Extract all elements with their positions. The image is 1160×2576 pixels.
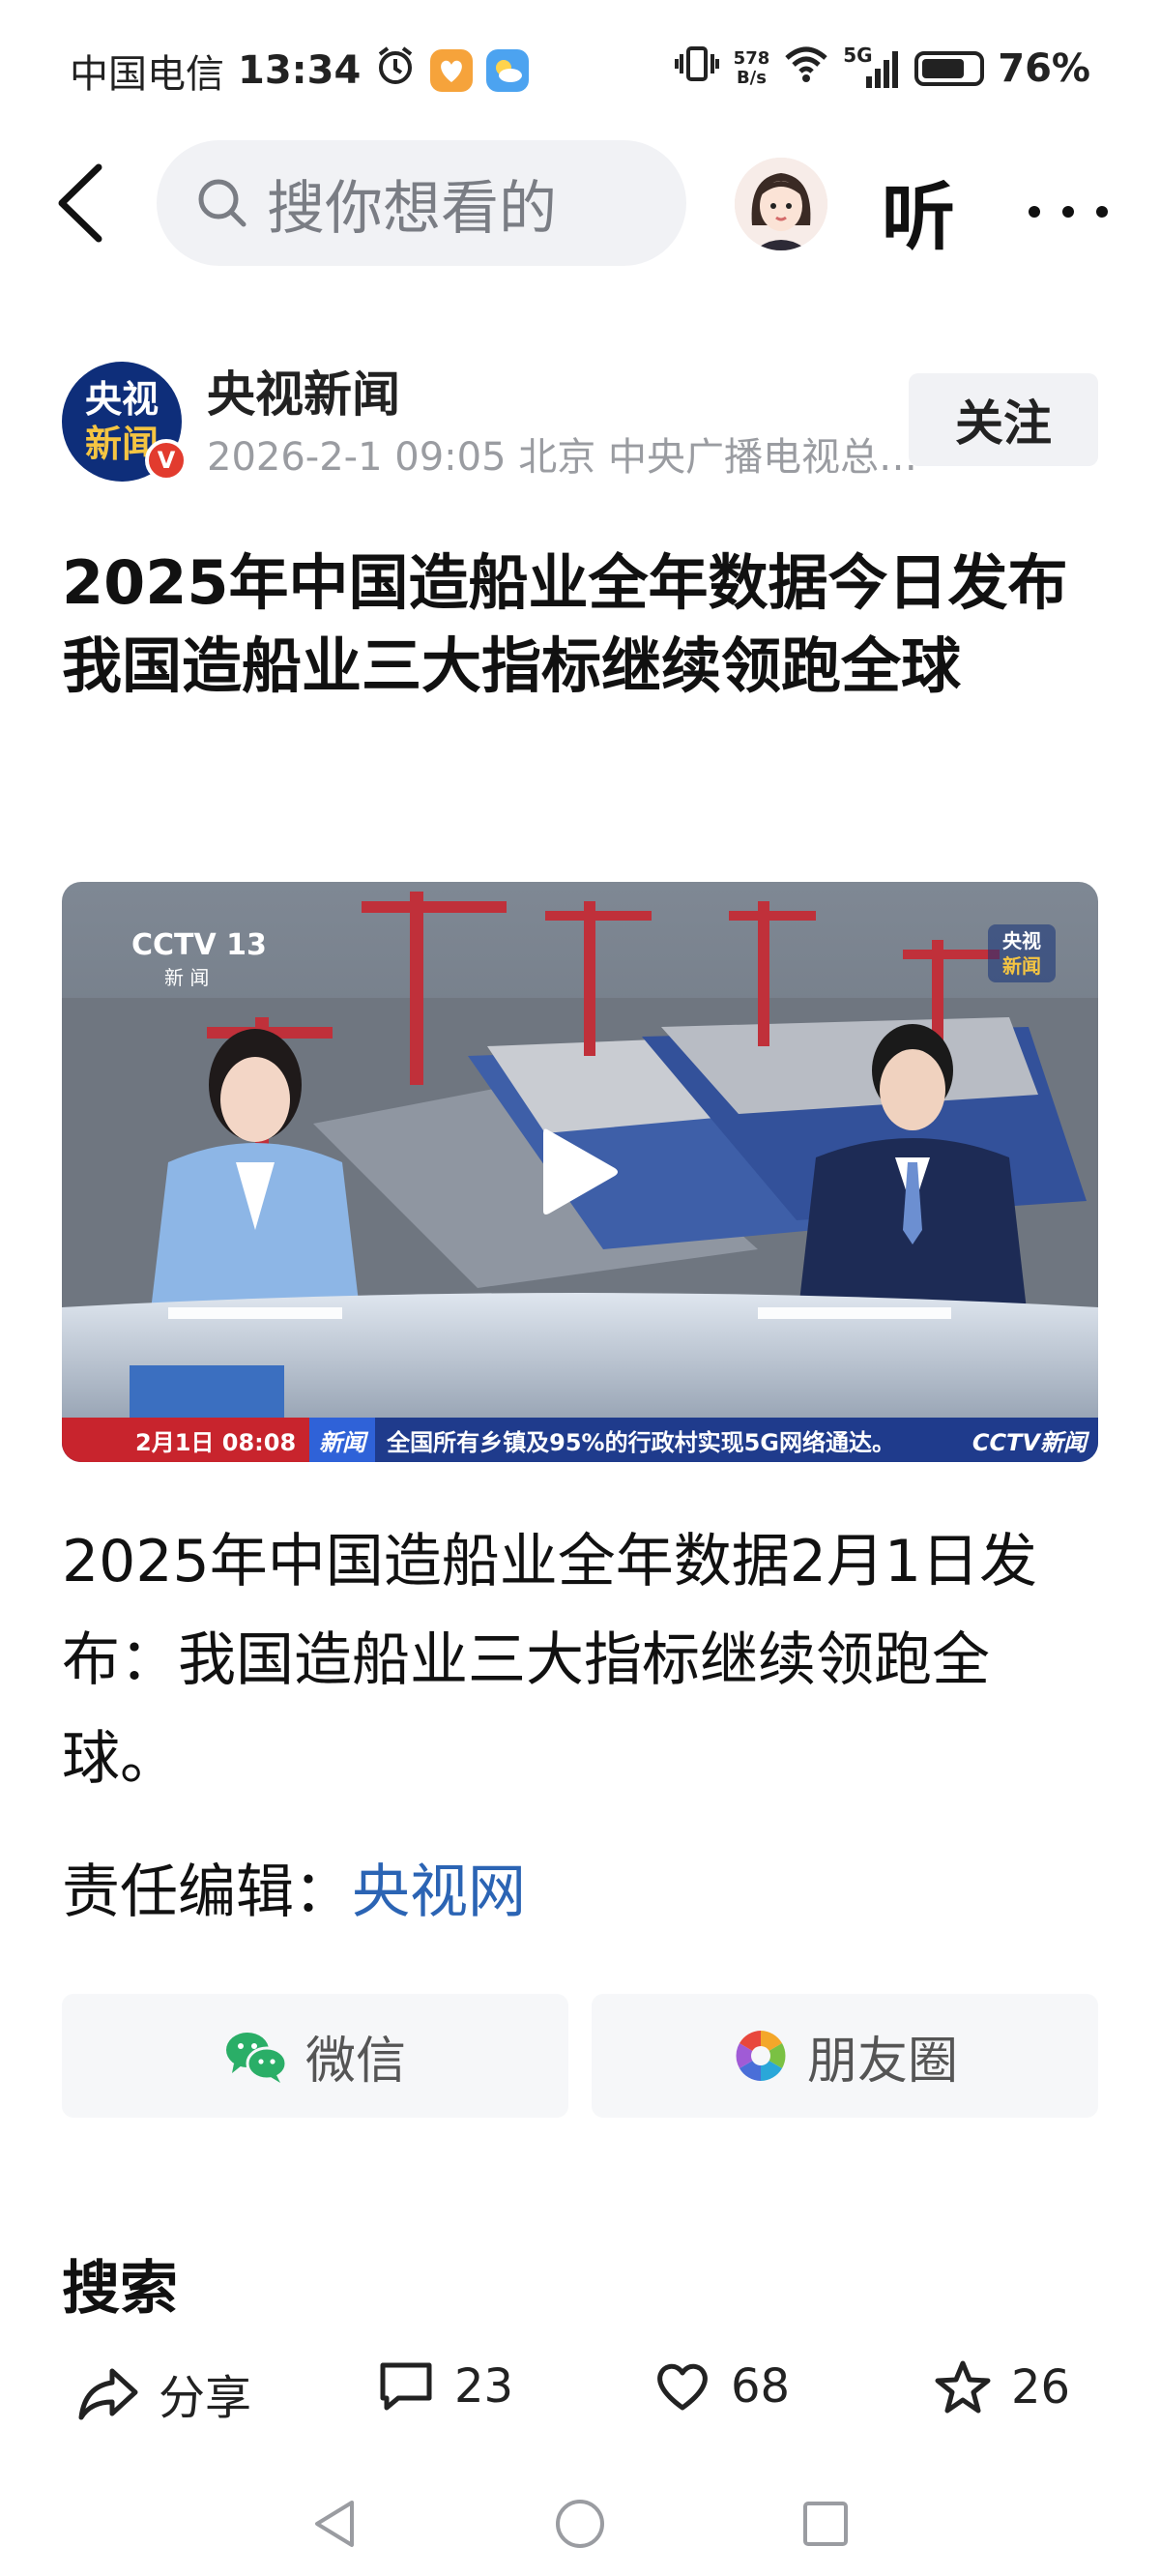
status-left: 中国电信 13:34 [70, 43, 530, 99]
share-moments-button[interactable]: 朋友圈 [592, 1994, 1098, 2118]
back-button[interactable] [48, 160, 116, 247]
share-moments-label: 朋友圈 [806, 2032, 958, 2091]
network-speed-value: 578 [733, 48, 770, 69]
system-recents-button[interactable] [797, 2495, 855, 2557]
network-speed-unit: B/s [736, 68, 767, 88]
battery-icon [914, 51, 985, 86]
share-arrow-icon [78, 2368, 138, 2420]
ticker-tag: 新闻 [309, 1418, 376, 1462]
carrier-name: 中国电信 [70, 52, 224, 97]
news-ticker: 2月1日 08:08 新闻 全国所有乡镇及95%的行政村实现5G网络通达。 CC… [62, 1418, 1098, 1462]
corner-watermark: 央视 新闻 [988, 924, 1056, 982]
alarm-icon [374, 44, 417, 97]
back-arrow-icon [58, 163, 102, 243]
more-options-button[interactable] [1025, 169, 1112, 227]
editor-name-link[interactable]: 央视网 [352, 1859, 526, 1926]
weather-app-icon [486, 49, 530, 92]
ticker-date: 2月1日 08:08 [62, 1418, 310, 1462]
cellular-signal-icon: 5G [843, 44, 901, 90]
circle-home-icon [556, 2500, 604, 2548]
user-avatar[interactable] [735, 158, 827, 250]
editor-line: 责任编辑：央视网 [62, 1845, 526, 1929]
share-action-label: 分享 [159, 2371, 252, 2425]
avatar-image [735, 158, 827, 250]
like-count: 68 [731, 2359, 791, 2414]
system-back-button[interactable] [307, 2495, 365, 2557]
search-icon [198, 179, 246, 227]
bottom-action-bar: 分享 23 68 26 [0, 2340, 1160, 2437]
play-icon [543, 1128, 618, 1215]
search-input[interactable]: 搜你想看的 [157, 140, 686, 266]
like-action[interactable]: 68 [653, 2359, 790, 2414]
channel-logo-sub: 新 闻 [164, 966, 210, 989]
video-player[interactable]: CCTV 13 新 闻 央视 新闻 2月1日 08:08 新闻 全国所有乡镇及9… [62, 882, 1098, 1462]
author-logo-line1: 央视 [84, 378, 159, 421]
article-title: 2025年中国造船业全年数据今日发布 我国造船业三大指标继续领跑全球 [62, 547, 1068, 701]
comment-action[interactable]: 23 [377, 2359, 513, 2414]
more-dots-icon [1029, 206, 1108, 218]
status-right: 578 B/s 5G 76% [674, 43, 1090, 95]
share-action[interactable]: 分享 [77, 2359, 251, 2427]
wechat-icon [225, 2033, 288, 2083]
battery-fill [922, 59, 965, 78]
star-icon [935, 2360, 991, 2414]
share-wechat-button[interactable]: 微信 [62, 1994, 568, 2118]
corner-watermark-line1: 央视 [1002, 929, 1041, 952]
listen-button[interactable]: 听 [882, 158, 955, 264]
heart-icon [657, 2363, 708, 2411]
follow-button[interactable]: 关注 [909, 373, 1098, 466]
system-home-button[interactable] [551, 2495, 609, 2557]
clock: 13:34 [238, 48, 362, 93]
author-row: 央视 新闻 V 央视新闻 2026-2-1 09:05 北京 中央广播电视总台央… [62, 356, 1098, 482]
corner-watermark-line2: 新闻 [1002, 954, 1041, 978]
editor-label: 责任编辑： [62, 1859, 352, 1926]
search-placeholder: 搜你想看的 [267, 174, 557, 243]
system-navigation-bar [0, 2475, 1160, 2572]
moments-icon [736, 2031, 786, 2081]
wifi-icon [783, 44, 829, 93]
verified-badge: V [145, 439, 188, 482]
status-bar: 中国电信 13:34 578 B/s 5G 76% [0, 0, 1160, 145]
article-body: 2025年中国造船业全年数据2月1日发布：我国造船业三大指标继续领跑全球。 [62, 1528, 1038, 1793]
channel-logo: CCTV 13 新 闻 [131, 928, 267, 990]
health-app-icon [430, 49, 474, 92]
square-recents-icon [803, 2502, 848, 2546]
comment-icon [380, 2362, 432, 2411]
ticker-text: 全国所有乡镇及95%的行政村实现5G网络通达。 [387, 1428, 895, 1456]
channel-logo-text: CCTV 13 [131, 928, 267, 962]
favorite-action[interactable]: 26 [934, 2359, 1070, 2415]
battery-percent: 76% [998, 46, 1090, 91]
network-speed: 578 B/s [734, 49, 770, 88]
author-name[interactable]: 央视新闻 [207, 356, 400, 425]
ticker-logo: CCTV新闻 [972, 1428, 1087, 1456]
comment-count: 23 [454, 2359, 514, 2414]
search-section-heading: 搜索 [62, 2255, 178, 2323]
triangle-back-icon [315, 2501, 354, 2547]
share-wechat-label: 微信 [304, 2032, 406, 2091]
vibrate-icon [674, 43, 720, 95]
top-nav: 搜你想看的 听 [0, 140, 1160, 266]
favorite-count: 26 [1011, 2360, 1071, 2415]
play-button[interactable] [539, 1124, 621, 1224]
publish-meta: 2026-2-1 09:05 北京 中央广播电视总台央视新闻官方账号 [207, 435, 942, 480]
